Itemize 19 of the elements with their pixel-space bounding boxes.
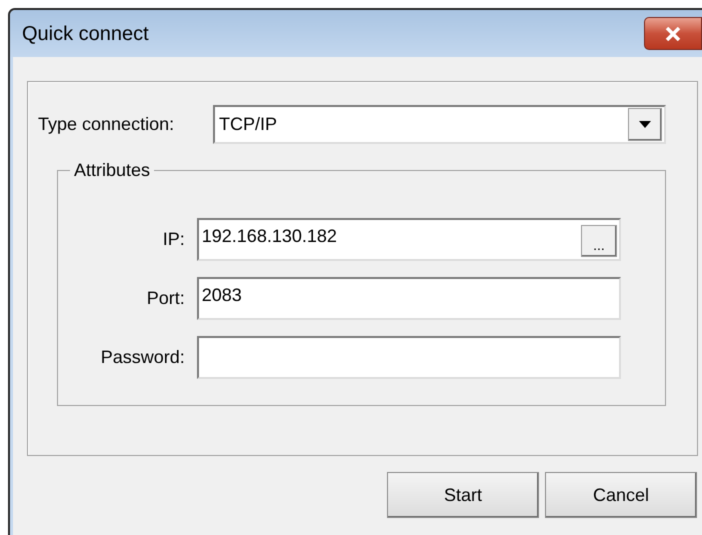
close-icon [665, 26, 681, 40]
caret-icon [639, 121, 651, 128]
start-button[interactable]: Start [387, 472, 539, 518]
browse-button[interactable]: ... [581, 225, 617, 257]
field-label: Type connection: [38, 113, 176, 136]
window-title: Quick connect [22, 22, 149, 46]
field-value: 192.168.130.182 [202, 225, 337, 248]
field-label: Password: [100, 346, 186, 369]
input-field[interactable] [196, 336, 621, 379]
cancel-button[interactable]: Cancel [545, 472, 697, 518]
field-label: Port: [146, 287, 186, 310]
input-field[interactable]: 2083 [196, 277, 621, 320]
close-button[interactable] [644, 17, 702, 50]
ip-field[interactable]: 192.168.130.182 ... [196, 218, 621, 261]
dropdown-arrow-button[interactable] [628, 108, 662, 141]
dropdown-value: TCP/IP [219, 113, 278, 136]
field-value: 2083 [202, 284, 242, 307]
field-label: IP: [162, 228, 186, 251]
connection-type-dropdown[interactable]: TCP/IP [213, 105, 666, 144]
